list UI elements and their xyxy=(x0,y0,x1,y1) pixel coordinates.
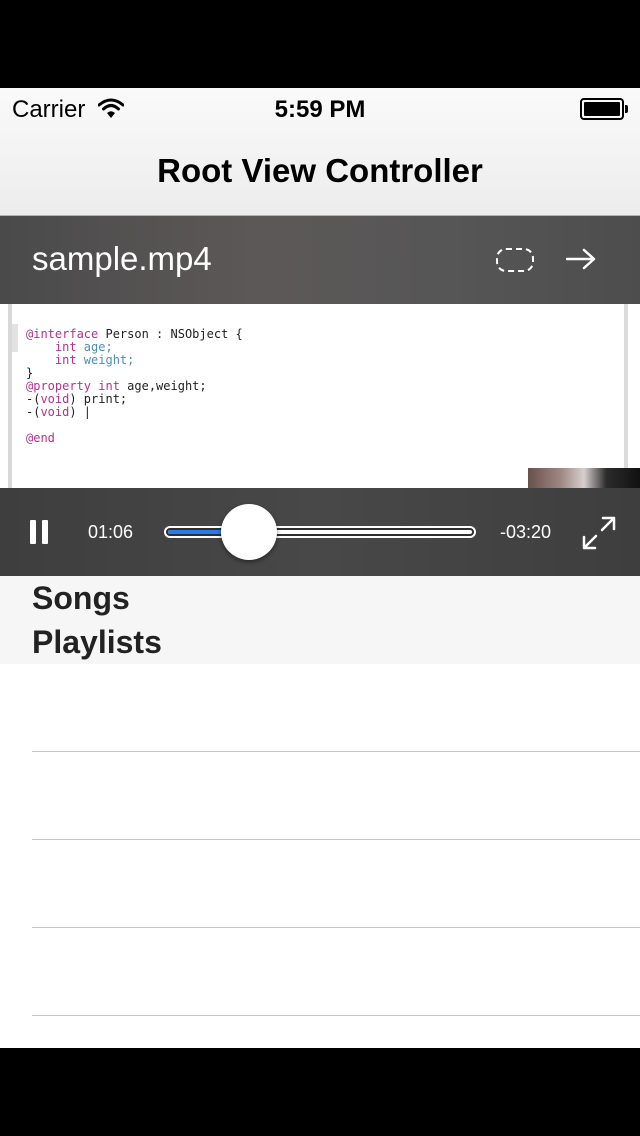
navigation-bar: Carrier 5:59 PM Root View Controller xyxy=(0,88,640,216)
scrubber-track[interactable] xyxy=(164,526,476,538)
section-playlists[interactable]: Playlists xyxy=(32,624,162,661)
table-view xyxy=(0,664,640,1048)
table-row[interactable] xyxy=(0,840,640,928)
page-title: Root View Controller xyxy=(157,152,483,189)
video-code-text: @interface Person : NSObject { int age; … xyxy=(26,327,243,445)
section-list: Songs Playlists xyxy=(0,576,640,664)
player-header: sample.mp4 xyxy=(0,216,640,304)
remaining-time: -03:20 xyxy=(500,522,552,542)
video-thumbnail-inset xyxy=(528,468,640,488)
app-screen: Carrier 5:59 PM Root View Controller sam… xyxy=(0,88,640,1048)
player-controls: 01:06 -03:20 xyxy=(0,488,640,576)
battery-icon xyxy=(580,98,628,120)
section-songs[interactable]: Songs xyxy=(32,580,130,617)
pause-icon[interactable] xyxy=(30,520,50,544)
table-row[interactable] xyxy=(0,752,640,840)
airplay-icon[interactable] xyxy=(496,248,534,272)
letterbox-top xyxy=(0,0,640,88)
letterbox-bottom xyxy=(0,1048,640,1136)
row-separator xyxy=(32,1015,640,1016)
elapsed-time: 01:06 xyxy=(88,522,134,542)
scrubber-knob[interactable] xyxy=(221,504,277,560)
video-player[interactable]: sample.mp4 @interface Person : NSObject … xyxy=(0,216,640,576)
fullscreen-icon[interactable] xyxy=(582,516,616,550)
table-row[interactable] xyxy=(0,928,640,1016)
status-bar: Carrier 5:59 PM xyxy=(0,88,640,128)
status-time: 5:59 PM xyxy=(274,96,366,123)
video-file-name: sample.mp4 xyxy=(32,240,212,277)
video-frame: @interface Person : NSObject { int age; … xyxy=(0,304,640,488)
share-arrow-icon[interactable] xyxy=(566,246,596,272)
table-row[interactable] xyxy=(0,664,640,752)
